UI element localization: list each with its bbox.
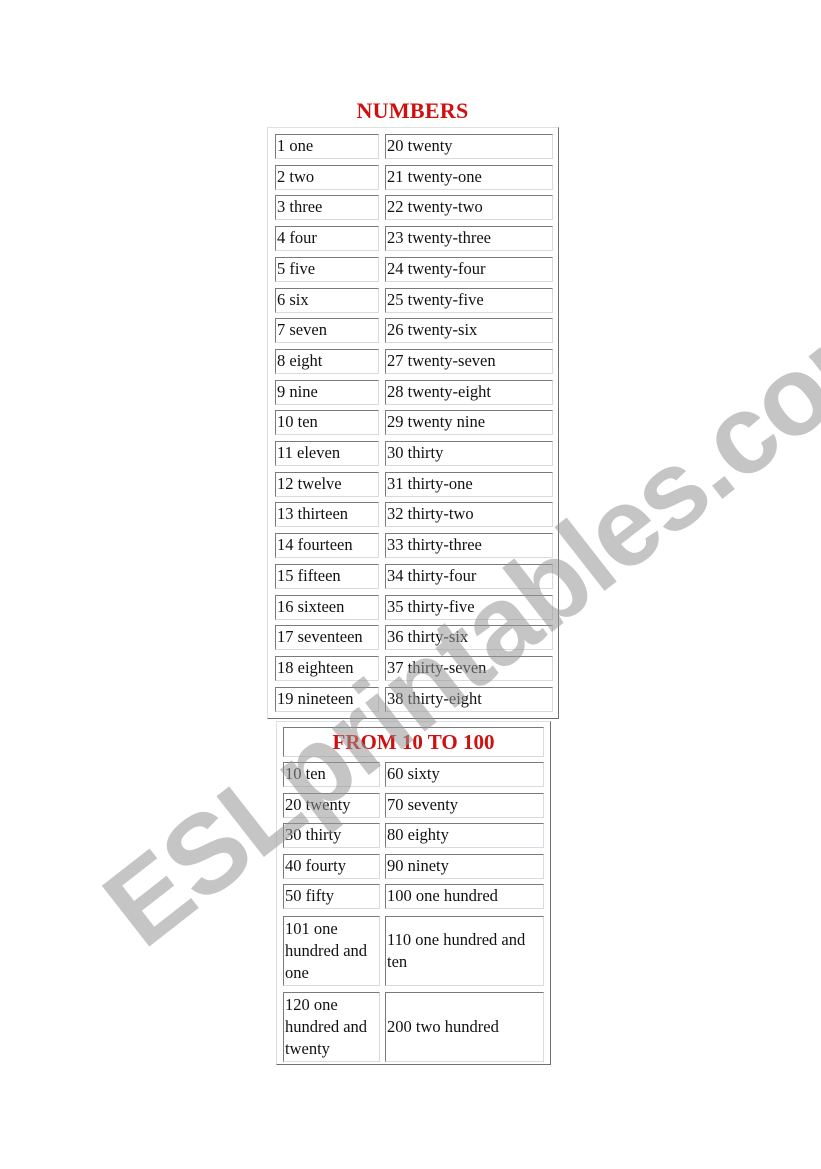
table-cell-left: 19 nineteen	[275, 686, 379, 712]
table-cell-left: 1 one	[275, 134, 379, 159]
table-cell-right: 35 thirty-five	[385, 594, 553, 620]
table-cell-right: 60 sixty	[385, 762, 544, 787]
table-cell-right: 34 thirty-four	[385, 563, 553, 589]
table-cell-right: 25 twenty-five	[385, 287, 553, 313]
table-cell-left: 20 twenty	[283, 792, 380, 818]
table-cell-left: 9 nine	[275, 379, 379, 405]
cell-text: 120 one hundred and twenty	[285, 995, 368, 1058]
table-cell-right: 110 one hundred and ten	[385, 916, 544, 986]
table-cell-right: 70 seventy	[385, 792, 544, 818]
table-cell-left: 13 thirteen	[275, 502, 379, 528]
cell-text: 110 one hundred and ten	[387, 930, 526, 971]
table-cell-left: 40 fourty	[283, 853, 380, 879]
numbers-table: 1 one 20 twenty 2 two 21 twenty-one 3 three 2…	[267, 127, 559, 719]
table-cell-right: 32 thirty-two	[385, 502, 553, 528]
table-cell-right: 36 thirty-six	[385, 625, 553, 651]
table-cell-right: 29 twenty nine	[385, 410, 553, 436]
table-cell-right: 80 eighty	[385, 823, 544, 848]
table-cell-left: 50 fifty	[283, 884, 380, 909]
tens-table-heading: FROM 10 TO 100	[283, 727, 544, 757]
table-cell-right: 26 twenty-six	[385, 318, 553, 344]
table-cell-left: 17 seventeen	[275, 625, 379, 651]
table-cell-left: 18 eighteen	[275, 655, 379, 681]
table-cell-left: 10 ten	[275, 410, 379, 436]
table-cell-right: 20 twenty	[385, 134, 553, 159]
table-cell-right: 31 thirty-one	[385, 471, 553, 497]
table-cell-right: 28 twenty-eight	[385, 379, 553, 405]
table-cell-left: 120 one hundred and twenty	[283, 992, 380, 1062]
table-cell-left: 12 twelve	[275, 471, 379, 497]
table-cell-left: 6 six	[275, 287, 379, 313]
table-cell-left: 3 three	[275, 195, 379, 221]
table-cell-left: 14 fourteen	[275, 533, 379, 559]
table-cell-right: 33 thirty-three	[385, 533, 553, 559]
table-cell-left: 2 two	[275, 164, 379, 190]
table-cell-left: 5 five	[275, 256, 379, 282]
table-cell-right: 30 thirty	[385, 441, 553, 466]
tens-table: FROM 10 TO 100 10 ten 60 sixty 20 twenty 70…	[276, 721, 551, 1065]
table-cell-right: 200 two hundred	[385, 992, 544, 1062]
table-cell-right: 37 thirty-seven	[385, 655, 553, 681]
table-cell-left: 8 eight	[275, 348, 379, 374]
table-cell-left: 15 fifteen	[275, 563, 379, 589]
table-cell-right: 27 twenty-seven	[385, 348, 553, 374]
cell-text: 200 two hundred	[387, 1017, 499, 1036]
table-cell-left: 101 one hundred and one	[283, 916, 380, 986]
table-cell-right: 23 twenty-three	[385, 226, 553, 252]
table-cell-left: 4 four	[275, 226, 379, 252]
table-cell-right: 100 one hundred	[385, 884, 544, 909]
table-cell-right: 21 twenty-one	[385, 164, 553, 190]
table-cell-left: 10 ten	[283, 762, 380, 787]
table-cell-right: 90 ninety	[385, 853, 544, 879]
table-cell-left: 11 eleven	[275, 441, 379, 466]
table-cell-left: 16 sixteen	[275, 594, 379, 620]
table-cell-right: 22 twenty-two	[385, 195, 553, 221]
table-cell-right: 24 twenty-four	[385, 256, 553, 282]
page-title: NUMBERS	[356, 98, 469, 123]
table-cell-left: 30 thirty	[283, 823, 380, 848]
cell-text: 101 one hundred and one	[285, 919, 368, 982]
table-cell-left: 7 seven	[275, 318, 379, 344]
table-cell-right: 38 thirty-eight	[385, 686, 553, 712]
